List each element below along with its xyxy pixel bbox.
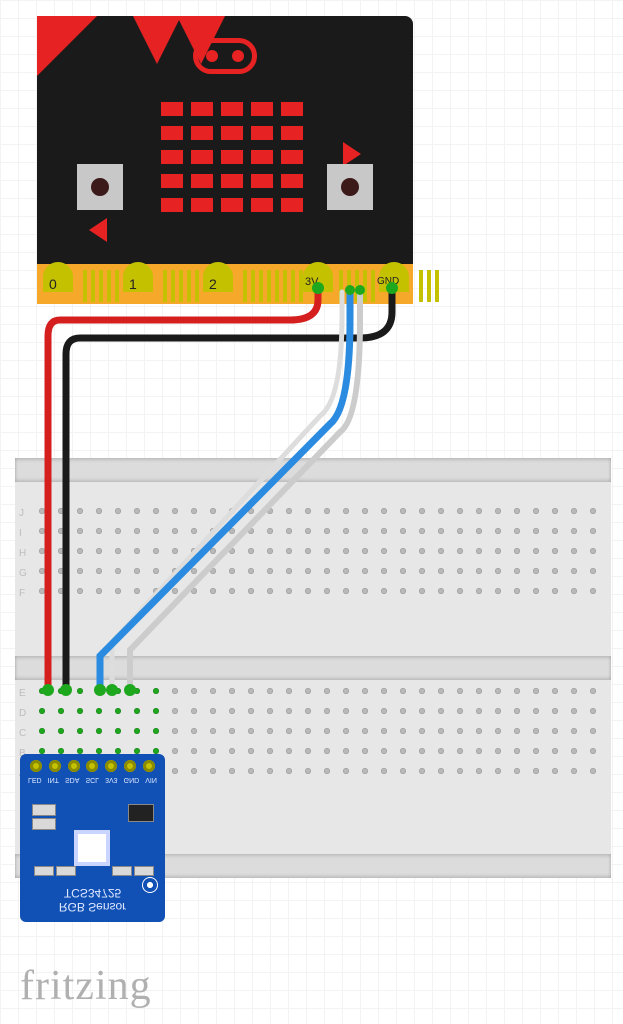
diagram-canvas: { "microbit": { "buttons": { "a": "A", "…: [0, 0, 623, 1024]
wire-grey-scl: [106, 285, 365, 696]
watermark: fritzing: [20, 962, 152, 1010]
wire-blue-sda: [94, 285, 355, 696]
wires-overlay: [0, 0, 623, 1024]
